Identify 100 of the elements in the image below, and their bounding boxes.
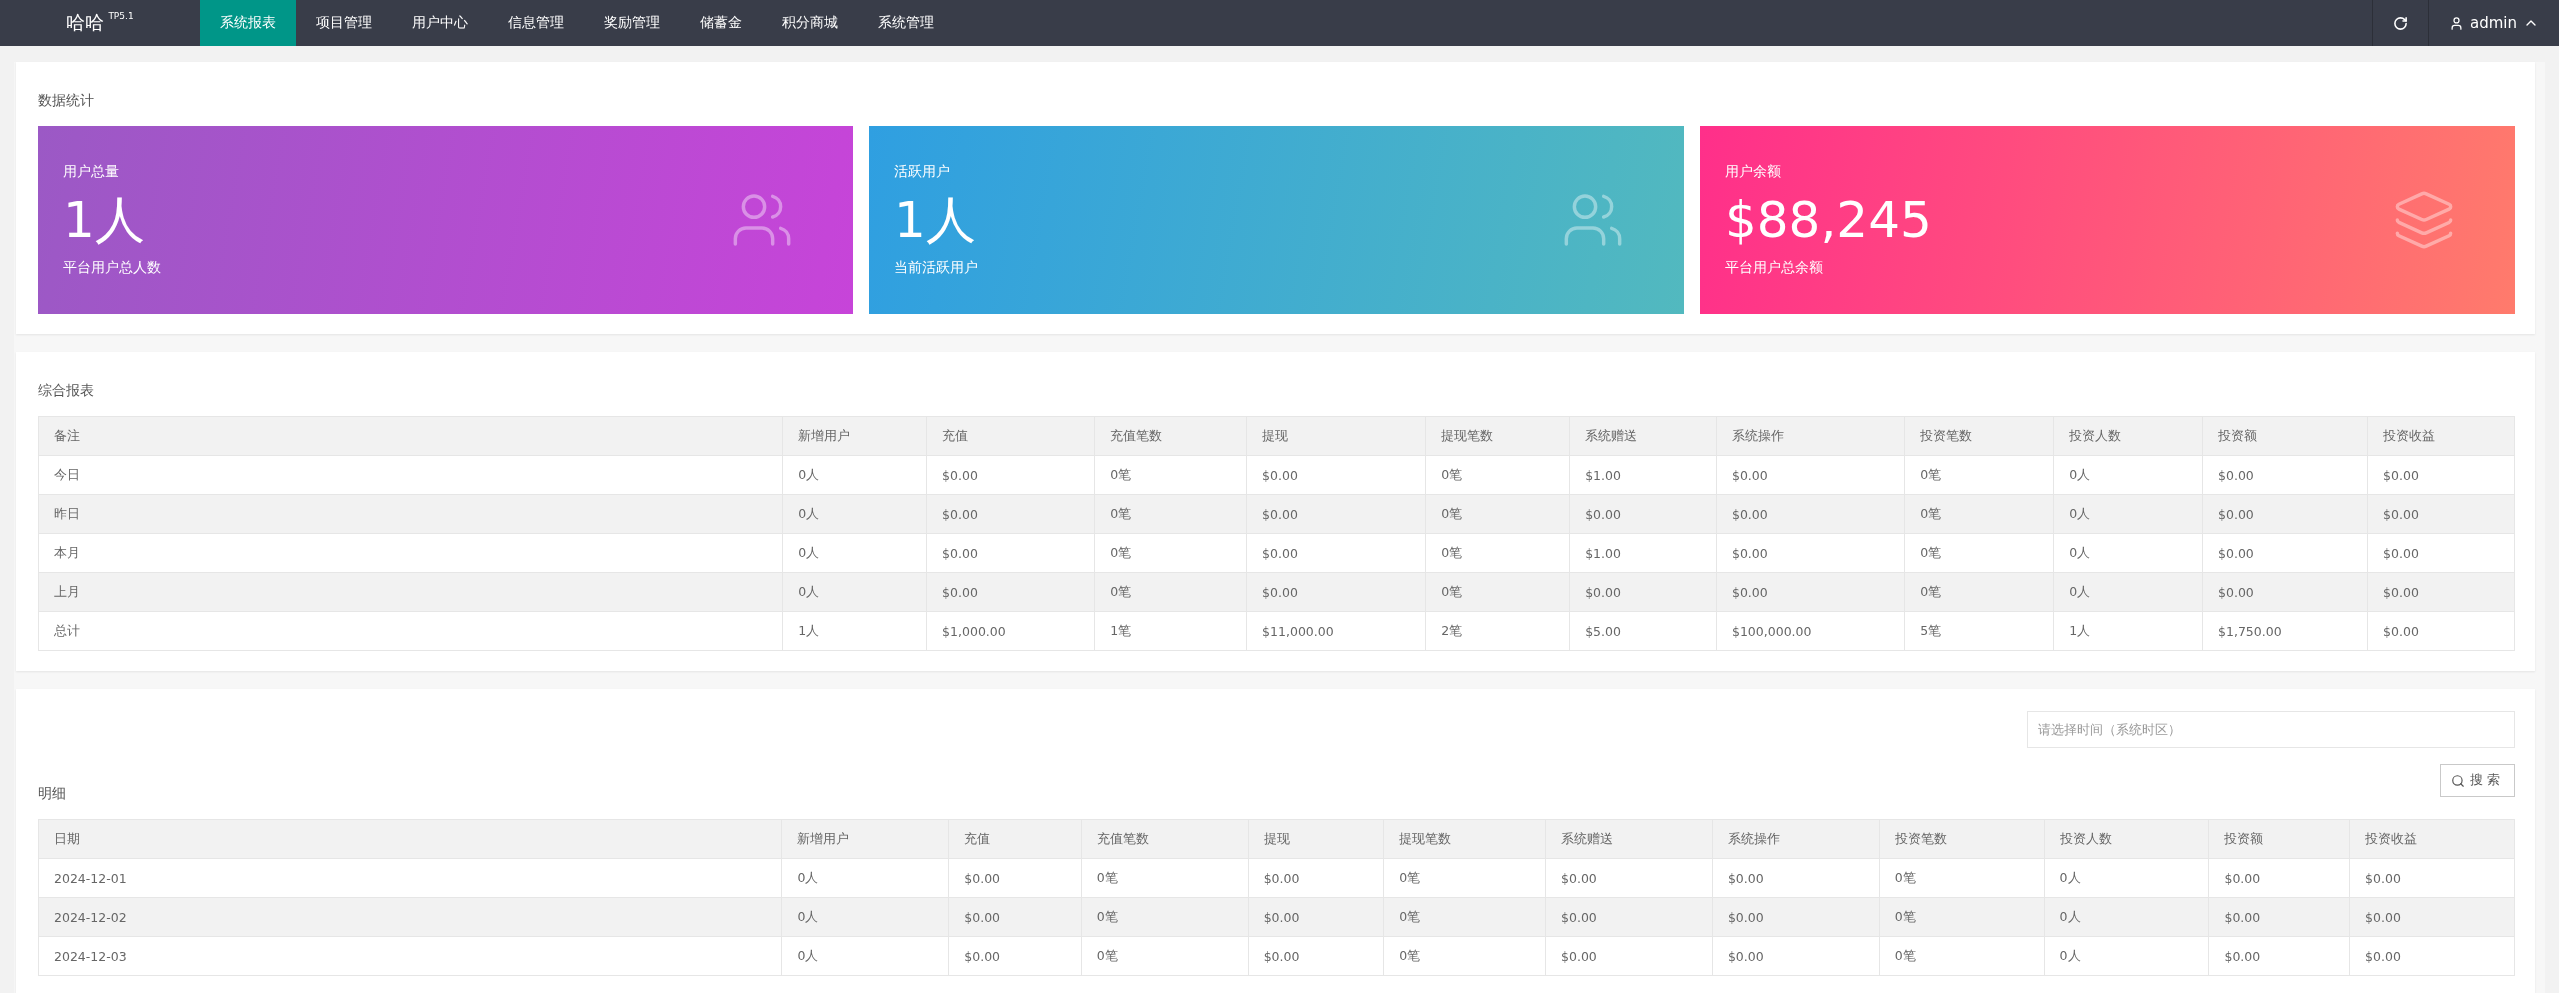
column-header: 投资人数 (2053, 416, 2203, 456)
table-cell: 0笔 (1904, 494, 2054, 534)
column-header: 新增用户 (782, 416, 927, 456)
table-cell: 0笔 (1094, 533, 1247, 573)
table-cell: $0.00 (2202, 494, 2368, 534)
search-button[interactable]: 搜索 (2440, 764, 2515, 797)
table-cell: $0.00 (2349, 936, 2515, 976)
table-cell: 0笔 (1425, 494, 1570, 534)
column-header: 充值笔数 (1081, 819, 1249, 859)
table-cell: $0.00 (926, 533, 1095, 573)
table-cell: $0.00 (2349, 897, 2515, 937)
nav-tab[interactable]: 系统报表 (200, 0, 296, 46)
nav-tab[interactable]: 用户中心 (392, 0, 488, 46)
table-cell: $0.00 (926, 494, 1095, 534)
column-header: 系统操作 (1712, 819, 1880, 859)
stat-value: 1人 (63, 195, 146, 245)
column-header: 备注 (38, 416, 783, 456)
table-cell: $0.00 (1246, 533, 1426, 573)
column-header: 提现 (1246, 416, 1426, 456)
table-cell: 0笔 (1879, 858, 2045, 898)
username: admin (2470, 14, 2517, 32)
table-cell: 0笔 (1425, 533, 1570, 573)
table-cell: $0.00 (1716, 572, 1905, 612)
column-header: 投资笔数 (1904, 416, 2054, 456)
table-cell: $0.00 (2367, 455, 2515, 495)
table-cell: 今日 (38, 455, 783, 495)
section-title: 数据统计 (38, 92, 95, 110)
section-title: 综合报表 (38, 382, 95, 400)
user-icon (2449, 15, 2464, 31)
table-cell: 0人 (2044, 858, 2209, 898)
table-cell: $1,000.00 (926, 611, 1095, 651)
table-cell: $0.00 (948, 897, 1082, 937)
table-cell: 0笔 (1425, 572, 1570, 612)
table-cell: 0人 (782, 494, 927, 534)
table-cell: $0.00 (2367, 611, 2515, 651)
table-cell: $0.00 (948, 936, 1082, 976)
nav-tab[interactable]: 积分商城 (762, 0, 858, 46)
column-header: 日期 (38, 819, 782, 859)
table-cell: $0.00 (2208, 858, 2350, 898)
nav-tab[interactable]: 信息管理 (488, 0, 584, 46)
table-cell: $0.00 (1712, 897, 1880, 937)
table-cell: $0.00 (1248, 897, 1384, 937)
column-header: 系统赠送 (1569, 416, 1717, 456)
column-header: 提现笔数 (1425, 416, 1570, 456)
table-cell: $0.00 (926, 572, 1095, 612)
column-header: 系统赠送 (1545, 819, 1713, 859)
column-header: 投资额 (2202, 416, 2368, 456)
table-cell: $0.00 (2202, 533, 2368, 573)
table-cell: 0笔 (1904, 533, 2054, 573)
table-cell: $0.00 (1246, 572, 1426, 612)
date-field[interactable]: 请选择时间（系统时区） (2027, 711, 2515, 748)
nav-tab[interactable]: 储蓄金 (680, 0, 762, 46)
table-cell: $0.00 (2367, 533, 2515, 573)
table-cell: $0.00 (1246, 494, 1426, 534)
stat-caption: 平台用户总人数 (63, 259, 161, 277)
table-cell: 0笔 (1383, 858, 1546, 898)
nav-tab[interactable]: 系统管理 (858, 0, 954, 46)
nav-tab[interactable]: 项目管理 (296, 0, 392, 46)
table-cell: 0笔 (1081, 858, 1249, 898)
column-header: 提现 (1248, 819, 1384, 859)
table-cell: 2024-12-02 (38, 897, 782, 937)
section-title: 明细 (38, 785, 67, 803)
column-header: 充值 (926, 416, 1095, 456)
table-cell: 2024-12-01 (38, 858, 782, 898)
column-header: 投资笔数 (1879, 819, 2045, 859)
table-cell: 0人 (2053, 455, 2203, 495)
table-cell: 0人 (2053, 533, 2203, 573)
table-cell: $0.00 (2349, 858, 2515, 898)
column-header: 投资收益 (2349, 819, 2515, 859)
column-header: 投资额 (2208, 819, 2350, 859)
table-cell: 1笔 (1094, 611, 1247, 651)
table-cell: $0.00 (1716, 533, 1905, 573)
table-cell: 1人 (2053, 611, 2203, 651)
user-menu[interactable]: admin (2428, 0, 2559, 46)
version-label: TP5.1 (108, 11, 134, 21)
table-cell: 0笔 (1879, 897, 2045, 937)
table-cell: $0.00 (1248, 936, 1384, 976)
table-cell: 0笔 (1094, 494, 1247, 534)
table-cell: 5笔 (1904, 611, 2054, 651)
table-cell: $0.00 (1569, 572, 1717, 612)
table-cell: 0人 (2044, 936, 2209, 976)
table-cell: 0人 (782, 533, 927, 573)
table-cell: 1人 (782, 611, 927, 651)
table-cell: 昨日 (38, 494, 783, 534)
table-cell: 总计 (38, 611, 783, 651)
table-cell: $0.00 (1545, 936, 1713, 976)
search-icon (2451, 773, 2465, 788)
table-cell: 0人 (782, 572, 927, 612)
table-cell: $0.00 (1716, 455, 1905, 495)
stat-caption: 当前活跃用户 (894, 259, 978, 277)
table-cell: $0.00 (1248, 858, 1384, 898)
column-header: 投资收益 (2367, 416, 2515, 456)
table-cell: 2024-12-03 (38, 936, 782, 976)
table-cell: $0.00 (948, 858, 1082, 898)
table-cell: $0.00 (1246, 455, 1426, 495)
table-cell: 本月 (38, 533, 783, 573)
table-cell: $0.00 (1712, 936, 1880, 976)
nav-tab[interactable]: 奖励管理 (584, 0, 680, 46)
column-header: 系统操作 (1716, 416, 1905, 456)
table-cell: 0人 (781, 897, 949, 937)
